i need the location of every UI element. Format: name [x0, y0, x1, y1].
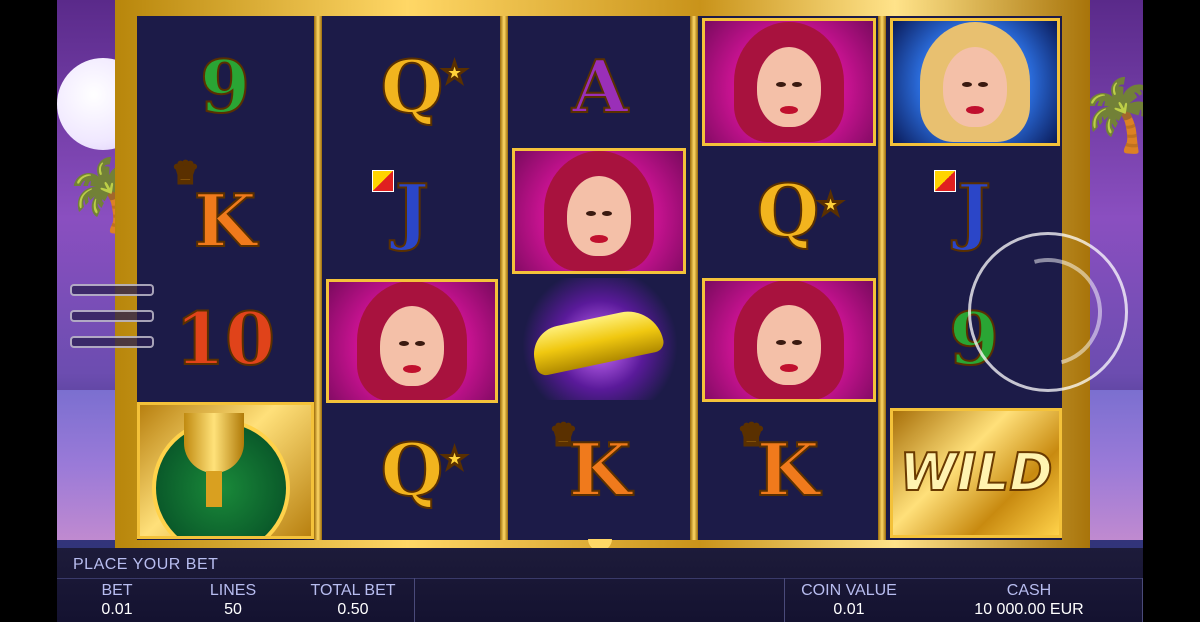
woman-face-icon — [757, 304, 821, 385]
flag-icon — [372, 170, 394, 192]
star-icon: ★ — [817, 187, 844, 222]
wild-label: WILD — [898, 442, 1053, 504]
bottom-bar: PLACE YOUR BET BET 0.01 LINES 50 TOTAL B… — [57, 548, 1143, 622]
spin-arrows-icon — [974, 238, 1122, 386]
symbol-q: Q ★ — [380, 43, 468, 130]
bet-label: BET — [101, 582, 133, 599]
divider — [414, 578, 415, 622]
symbol-woman-portrait — [512, 148, 686, 274]
symbol-q: Q ★ — [756, 167, 844, 254]
trophy-icon — [184, 413, 244, 473]
woman-face-icon — [567, 175, 631, 256]
reel-divider — [878, 16, 886, 540]
star-icon: ★ — [441, 55, 468, 90]
menu-line-icon — [70, 336, 154, 348]
symbol-woman-portrait — [326, 279, 498, 403]
menu-button[interactable] — [66, 278, 156, 350]
status-message: PLACE YOUR BET — [73, 556, 219, 573]
lines-label: LINES — [209, 582, 257, 599]
coin-value-value[interactable]: 0.01 — [769, 601, 929, 619]
woman-face-icon — [943, 46, 1007, 127]
symbol-a: A — [571, 43, 629, 130]
crown-icon: ♛ — [549, 417, 578, 454]
cash-value: 10 000.00 EUR — [974, 601, 1084, 618]
symbol-wild: WILD — [890, 408, 1062, 538]
reel-divider — [690, 16, 698, 540]
coin-value-label: COIN VALUE — [801, 582, 897, 599]
symbol-sports-car — [512, 278, 688, 400]
symbol-woman-portrait — [702, 278, 876, 402]
symbol-9: 9 — [199, 43, 251, 130]
crown-icon: ♛ — [737, 417, 766, 454]
star-icon: ★ — [441, 441, 468, 476]
total-bet-label: TOTAL BET — [310, 582, 396, 599]
divider — [57, 578, 1143, 579]
car-icon — [528, 304, 666, 378]
woman-face-icon — [757, 46, 821, 127]
reel-divider — [500, 16, 508, 540]
symbol-k: ♛ K — [171, 155, 257, 264]
flag-icon — [934, 170, 956, 192]
symbol-j: J — [324, 150, 500, 270]
spin-button[interactable] — [968, 232, 1128, 392]
reel-divider — [314, 16, 322, 540]
symbol-k: ♛ K — [737, 417, 820, 513]
menu-line-icon — [70, 310, 154, 322]
symbol-woman-portrait-blonde — [890, 18, 1060, 146]
menu-line-icon — [70, 284, 154, 296]
woman-face-icon — [380, 305, 444, 386]
symbol-trophy — [137, 402, 314, 539]
cash-label: CASH — [1006, 582, 1052, 599]
divider — [1142, 578, 1143, 622]
total-bet-value: 0.50 — [337, 601, 369, 618]
symbol-10: 10 — [174, 295, 276, 382]
symbol-k: ♛ K — [549, 417, 632, 513]
symbol-q: Q ★ — [380, 426, 468, 513]
crown-icon: ♛ — [171, 155, 200, 192]
symbol-woman-portrait — [702, 18, 876, 146]
